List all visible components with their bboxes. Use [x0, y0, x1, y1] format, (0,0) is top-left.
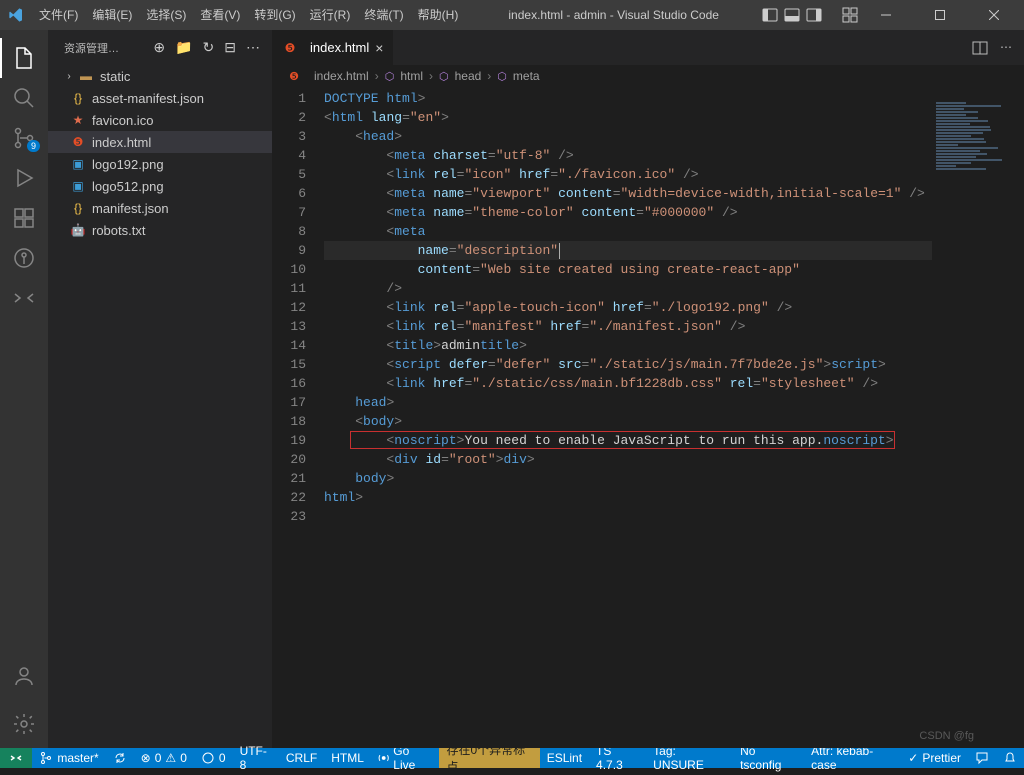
run-debug-icon[interactable]	[0, 158, 48, 198]
collapse-icon[interactable]: ⊟	[224, 39, 236, 56]
symbol-icon: ⬡	[439, 70, 449, 83]
activity-bar: 9	[0, 30, 48, 748]
gitlens-icon[interactable]	[0, 238, 48, 278]
menu-edit[interactable]: 编辑(E)	[85, 0, 139, 30]
menu-selection[interactable]: 选择(S)	[139, 0, 193, 30]
image-icon: ▣	[70, 179, 86, 193]
more-actions-icon[interactable]: ⋯	[1000, 40, 1012, 56]
notifications-icon[interactable]	[996, 748, 1024, 768]
git-branch[interactable]: master*	[32, 748, 105, 768]
sync-icon[interactable]	[106, 748, 134, 768]
window-title: index.html - admin - Visual Studio Code	[465, 8, 762, 22]
html-icon: ❺	[70, 135, 86, 149]
file-item[interactable]: 🤖robots.txt	[48, 219, 272, 241]
file-item[interactable]: ★favicon.ico	[48, 109, 272, 131]
ports[interactable]: 0	[194, 748, 233, 768]
symbol-icon: ⬡	[385, 70, 395, 83]
file-item[interactable]: ❺index.html	[48, 131, 272, 153]
editor-tabs: ❺ index.html × ⋯	[272, 30, 1024, 65]
sidebar-title: 资源管理…	[64, 40, 119, 56]
scm-badge: 9	[27, 140, 40, 152]
language-mode[interactable]: HTML	[324, 748, 371, 768]
split-editor-icon[interactable]	[972, 40, 988, 56]
problems[interactable]: ⊗0⚠0	[134, 748, 194, 768]
image-icon: ▣	[70, 157, 86, 171]
html-icon: ❺	[282, 41, 298, 55]
code-area[interactable]: 1234567891011121314151617181920212223 DO…	[272, 87, 1024, 748]
breakpoints[interactable]: 存在0个异常标点	[439, 748, 539, 768]
close-button[interactable]	[972, 0, 1016, 30]
tsconfig[interactable]: No tsconfig	[733, 748, 804, 768]
search-icon[interactable]	[0, 78, 48, 118]
html-icon: ❺	[286, 70, 302, 83]
tag-status[interactable]: Tag: UNSURE	[646, 748, 733, 768]
close-tab-icon[interactable]: ×	[375, 40, 383, 56]
vscode-logo-icon	[8, 7, 24, 23]
file-tree: ›▬static {}asset-manifest.json ★favicon.…	[48, 65, 272, 748]
file-item[interactable]: {}asset-manifest.json	[48, 87, 272, 109]
tab-index-html[interactable]: ❺ index.html ×	[272, 30, 393, 65]
eol[interactable]: CRLF	[279, 748, 324, 768]
status-bar: master* ⊗0⚠0 0 UTF-8 CRLF HTML Go Live 存…	[0, 748, 1024, 768]
accounts-icon[interactable]	[0, 656, 48, 696]
menu-run[interactable]: 运行(R)	[303, 0, 358, 30]
new-folder-icon[interactable]: 📁	[175, 39, 192, 56]
feedback-icon[interactable]	[968, 748, 996, 768]
explorer-icon[interactable]	[0, 38, 48, 78]
titlebar: 文件(F) 编辑(E) 选择(S) 查看(V) 转到(G) 运行(R) 终端(T…	[0, 0, 1024, 30]
line-numbers: 1234567891011121314151617181920212223	[272, 87, 324, 748]
extensions-icon[interactable]	[0, 198, 48, 238]
encoding[interactable]: UTF-8	[233, 748, 279, 768]
go-live[interactable]: Go Live	[371, 748, 440, 768]
file-item[interactable]: ▣logo192.png	[48, 153, 272, 175]
json-icon: {}	[70, 201, 86, 215]
chevron-right-icon: ›	[62, 71, 76, 82]
ts-version[interactable]: TS 4.7.3	[589, 748, 646, 768]
explorer-sidebar: 资源管理… ⊕ 📁 ↻ ⊟ ⋯ ›▬static {}asset-manifes…	[48, 30, 272, 748]
editor: ❺ index.html × ⋯ ❺ index.html› ⬡html› ⬡h…	[272, 30, 1024, 748]
more-icon[interactable]: ⋯	[246, 39, 260, 56]
folder-icon: ▬	[78, 69, 94, 83]
ico-icon: ★	[70, 113, 86, 127]
menu-help[interactable]: 帮助(H)	[411, 0, 466, 30]
code-content[interactable]: DOCTYPE html><html lang="en"> <head> <me…	[324, 87, 932, 748]
breadcrumb[interactable]: ❺ index.html› ⬡html› ⬡head› ⬡meta	[272, 65, 1024, 87]
source-control-icon[interactable]: 9	[0, 118, 48, 158]
maximize-button[interactable]	[918, 0, 962, 30]
minimize-button[interactable]	[864, 0, 908, 30]
text-icon: 🤖	[70, 223, 86, 237]
toggle-primary-sidebar-icon[interactable]	[762, 7, 778, 23]
settings-gear-icon[interactable]	[0, 704, 48, 744]
json-icon: {}	[70, 91, 86, 105]
menu-go[interactable]: 转到(G)	[247, 0, 302, 30]
menu-view[interactable]: 查看(V)	[193, 0, 247, 30]
file-item[interactable]: ▣logo512.png	[48, 175, 272, 197]
folder-static[interactable]: ›▬static	[48, 65, 272, 87]
menu-terminal[interactable]: 终端(T)	[357, 0, 410, 30]
symbol-icon: ⬡	[497, 70, 507, 83]
attr-case[interactable]: Attr: kebab-case	[804, 748, 901, 768]
menubar: 文件(F) 编辑(E) 选择(S) 查看(V) 转到(G) 运行(R) 终端(T…	[32, 0, 465, 30]
prettier[interactable]: ✓Prettier	[901, 748, 968, 768]
toggle-panel-icon[interactable]	[784, 7, 800, 23]
minimap[interactable]	[932, 87, 1024, 748]
customize-layout-icon[interactable]	[842, 7, 858, 23]
eslint[interactable]: ESLint	[540, 748, 589, 768]
menu-file[interactable]: 文件(F)	[32, 0, 85, 30]
refresh-icon[interactable]: ↻	[203, 39, 215, 56]
remote-icon[interactable]	[0, 278, 48, 318]
remote-indicator[interactable]	[0, 748, 32, 768]
file-item[interactable]: {}manifest.json	[48, 197, 272, 219]
new-file-icon[interactable]: ⊕	[153, 39, 165, 56]
toggle-secondary-sidebar-icon[interactable]	[806, 7, 822, 23]
